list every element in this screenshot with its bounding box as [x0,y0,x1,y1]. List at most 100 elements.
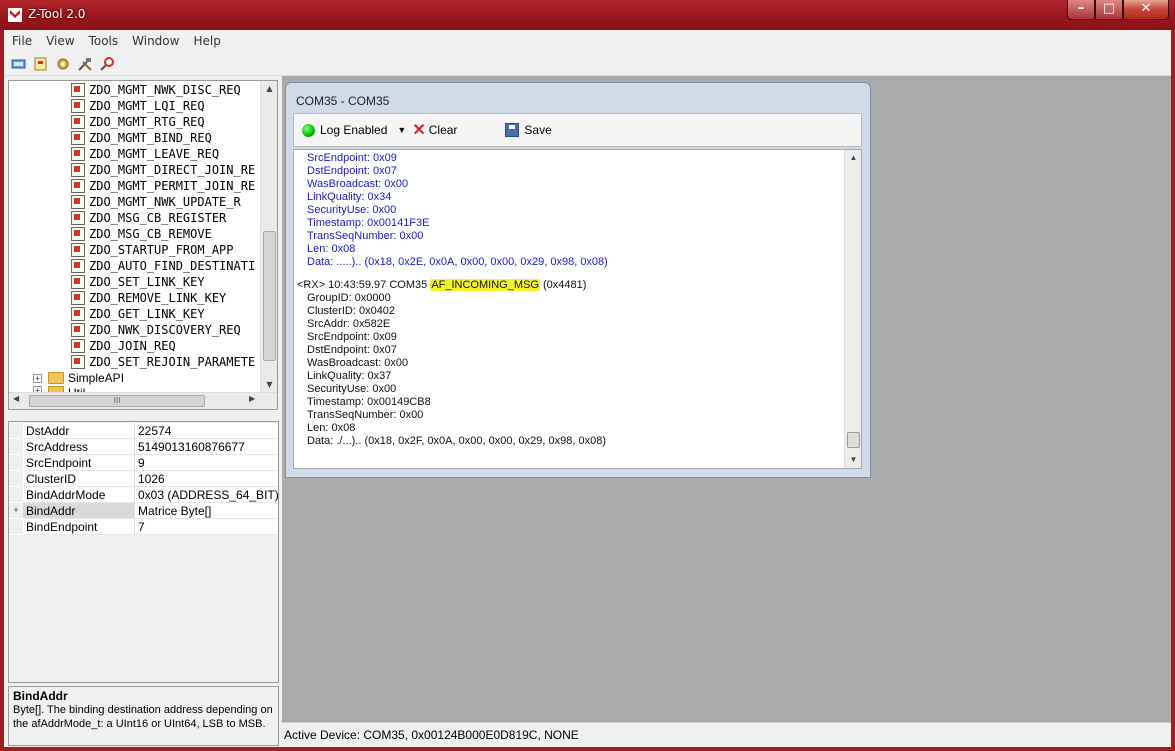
property-row[interactable]: DstAddr 22574 [9,423,278,439]
scroll-up-icon[interactable]: ▲ [261,81,277,97]
log-line: GroupID: 0x0000 [307,292,391,304]
log-line: SrcEndpoint: 0x09 [307,152,397,164]
log-line: Len: 0x08 [307,243,356,255]
scroll-down-icon[interactable]: ▼ [845,452,861,468]
save-button[interactable]: Save [524,123,551,137]
menu-tools[interactable]: Tools [89,34,119,48]
log-line: Timestamp: 0x00141F3E [307,217,430,229]
log-line: DstEndpoint: 0x07 [307,344,397,356]
scroll-up-icon[interactable]: ▲ [845,150,861,166]
tree-item[interactable]: ZDO_MGMT_LQI_REQ [71,98,205,114]
tree-item[interactable]: ZDO_JOIN_REQ [71,338,176,354]
scroll-thumb[interactable]: III [29,395,205,407]
tree-item-label: ZDO_MGMT_NWK_UPDATE_R [89,195,241,209]
tree-item-label: ZDO_REMOVE_LINK_KEY [89,291,227,305]
log-output[interactable]: SrcEndpoint: 0x09 DstEndpoint: 0x07 WasBro… [293,149,862,469]
log-line: SecurityUse: 0x00 [307,383,397,395]
tools-icon[interactable] [76,55,94,73]
tree-item[interactable]: ZDO_MSG_CB_REMOVE [71,226,212,242]
open-icon[interactable] [32,55,50,73]
tree-vertical-scrollbar[interactable]: ▲ ▼ [260,81,277,393]
maximize-button[interactable]: □ [1095,0,1123,20]
tree-item[interactable]: ZDO_AUTO_FIND_DESTINATI [71,258,255,274]
rx-prefix: <RX> 10:43:59.97 COM35 [297,279,431,291]
property-value[interactable]: 9 [135,455,278,471]
command-icon [71,339,85,353]
log-line: WasBroadcast: 0x00 [307,357,409,369]
log-line: ClusterID: 0x0402 [307,305,396,317]
menu-bar: File View Tools Window Help [4,30,1171,52]
menu-view[interactable]: View [46,34,74,48]
property-grid: DstAddr 22574 SrcAddress 5149013160876677 Sr… [8,421,279,683]
command-icon [71,99,85,113]
tree-item[interactable]: ZDO_MGMT_PERMIT_JOIN_RE [71,178,255,194]
tree-item-label: ZDO_JOIN_REQ [89,339,176,353]
device-icon[interactable] [10,55,28,73]
menu-help[interactable]: Help [193,34,220,48]
log-line: SrcAddr: 0x582E [307,318,391,330]
expand-icon[interactable]: + [9,503,23,519]
expand-icon[interactable]: + [33,373,42,383]
command-icon [71,195,85,209]
tree-item[interactable]: ZDO_MGMT_NWK_UPDATE_R [71,194,241,210]
property-value[interactable]: 5149013160876677 [135,439,278,455]
tree-item[interactable]: ZDO_MGMT_NWK_DISC_REQ [71,82,241,98]
tree-item[interactable]: ZDO_GET_LINK_KEY [71,306,205,322]
status-text: Active Device: COM35, 0x00124B000E0D819C… [284,728,579,742]
menu-window[interactable]: Window [132,34,179,48]
tree-item[interactable]: ZDO_SET_REJOIN_PARAMETE [71,354,255,370]
property-row[interactable]: ClusterID 1026 [9,471,278,487]
minimize-button[interactable]: – [1067,0,1095,20]
tree-item[interactable]: ZDO_MSG_CB_REGISTER [71,210,226,226]
chevron-down-icon[interactable]: ▼ [397,125,406,135]
property-value[interactable]: 7 [135,519,278,535]
scroll-thumb[interactable] [263,231,276,361]
scroll-down-icon[interactable]: ▼ [261,377,277,393]
log-line: SecurityUse: 0x00 [307,204,397,216]
clear-icon[interactable]: ✕ [412,120,425,140]
property-value[interactable]: 0x03 (ADDRESS_64_BIT) [135,487,278,503]
property-gutter [9,471,23,487]
log-line: Len: 0x08 [307,422,356,434]
save-icon[interactable] [505,123,520,137]
log-line: TransSeqNumber: 0x00 [307,230,424,242]
property-value[interactable]: 1026 [135,471,278,487]
property-row[interactable]: BindEndpoint 7 [9,519,278,535]
tree-item[interactable]: ZDO_SET_LINK_KEY [71,274,205,290]
tree-item[interactable]: ZDO_MGMT_RTG_REQ [71,114,205,130]
folder-icon [48,372,64,384]
property-row[interactable]: + BindAddr Matrice Byte[] [9,503,278,519]
close-button[interactable]: ✕ [1123,0,1169,20]
property-name: SrcEndpoint [23,455,135,471]
property-row[interactable]: SrcEndpoint 9 [9,455,278,471]
settings-icon[interactable] [54,55,72,73]
property-value[interactable]: Matrice Byte[] [135,503,278,519]
tree-item[interactable]: ZDO_STARTUP_FROM_APP [71,242,234,258]
tree-horizontal-scrollbar[interactable]: ◀ III ▶ [9,392,277,409]
property-row[interactable]: BindAddrMode 0x03 (ADDRESS_64_BIT) [9,487,278,503]
scroll-left-icon[interactable]: ◀ [13,394,19,403]
tree-item[interactable]: ZDO_NWK_DISCOVERY_REQ [71,322,241,338]
property-row[interactable]: SrcAddress 5149013160876677 [9,439,278,455]
clear-button[interactable]: Clear [429,123,458,137]
tree-folder-simpleapi[interactable]: + SimpleAPI [33,370,124,386]
menu-file[interactable]: File [12,34,32,48]
property-value[interactable]: 22574 [135,423,278,439]
tree-item-label: ZDO_MGMT_RTG_REQ [89,115,205,129]
tree-item[interactable]: ZDO_MGMT_LEAVE_REQ [71,146,219,162]
main-toolbar [4,52,1171,76]
tree-item[interactable]: ZDO_MGMT_DIRECT_JOIN_RE [71,162,255,178]
search-icon[interactable] [98,55,116,73]
tree-item[interactable]: ZDO_REMOVE_LINK_KEY [71,290,226,306]
log-status-icon [302,123,315,137]
log-vertical-scrollbar[interactable]: ▲ ▼ [844,150,861,468]
tree-item[interactable]: ZDO_MGMT_BIND_REQ [71,130,212,146]
scroll-thumb[interactable] [847,432,860,448]
command-icon [71,275,85,289]
log-line: WasBroadcast: 0x00 [307,178,409,190]
command-icon [71,147,85,161]
scroll-right-icon[interactable]: ▶ [249,394,255,403]
tree-item-label: ZDO_MGMT_DIRECT_JOIN_RE [89,163,256,177]
status-bar: Active Device: COM35, 0x00124B000E0D819C… [282,722,1171,747]
log-enabled-button[interactable]: Log Enabled [320,123,387,137]
